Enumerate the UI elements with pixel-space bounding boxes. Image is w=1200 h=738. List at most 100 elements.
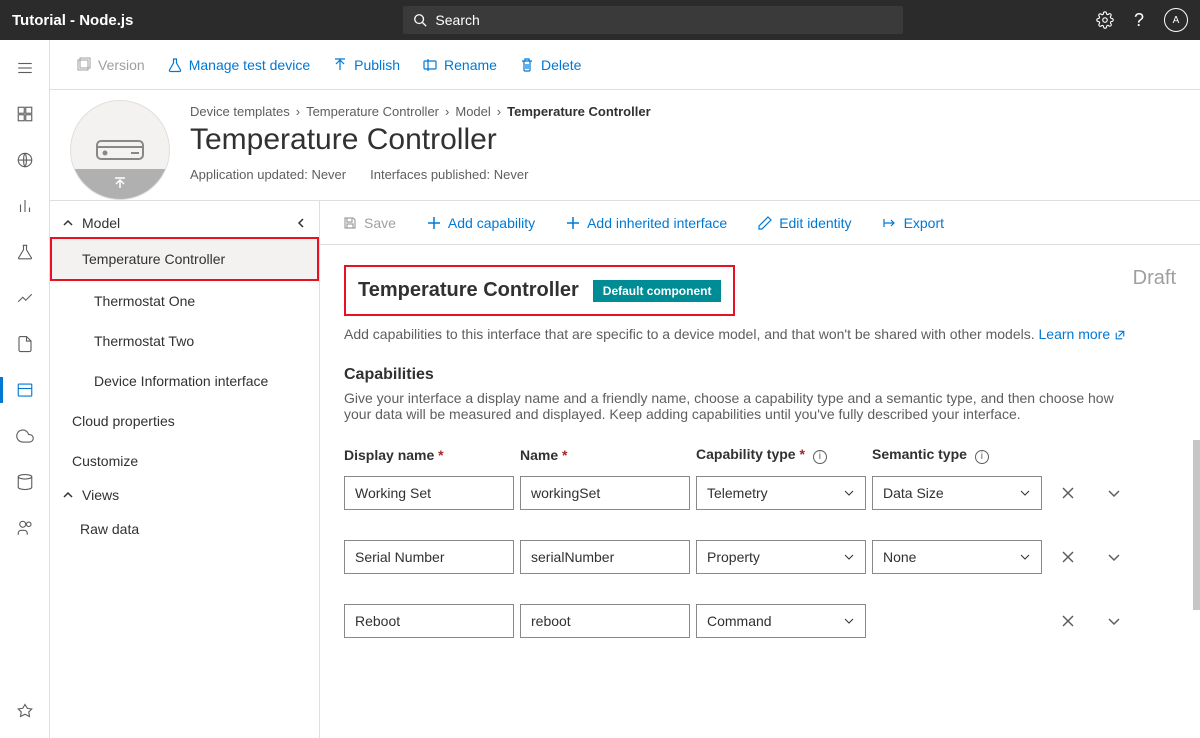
edit-icon xyxy=(757,215,773,231)
display-name-input[interactable]: Serial Number xyxy=(344,540,514,574)
tree-item-cloud-properties[interactable]: Cloud properties xyxy=(50,401,319,441)
app-title: Tutorial - Node.js xyxy=(12,12,133,29)
chevron-right-icon: › xyxy=(497,104,501,119)
chevron-up-icon xyxy=(62,489,74,501)
add-capability-button[interactable]: Add capability xyxy=(420,211,541,235)
name-input[interactable]: reboot xyxy=(520,604,690,638)
rename-button[interactable]: Rename xyxy=(416,53,503,77)
status-label: Draft xyxy=(1133,267,1176,290)
remove-row-button[interactable] xyxy=(1048,604,1088,638)
left-rail xyxy=(0,40,50,738)
add-inherited-button[interactable]: Add inherited interface xyxy=(559,211,733,235)
rename-icon xyxy=(422,57,438,73)
publish-icon xyxy=(332,57,348,73)
col-capability-type: Capability type * i xyxy=(696,446,866,464)
name-input[interactable]: serialNumber xyxy=(520,540,690,574)
capability-type-select[interactable]: Command xyxy=(696,604,866,638)
delete-icon xyxy=(519,57,535,73)
device-icon xyxy=(95,135,145,165)
expand-row-button[interactable] xyxy=(1094,604,1134,638)
template-icon[interactable] xyxy=(15,380,35,400)
help-icon[interactable]: ? xyxy=(1134,10,1144,31)
chevron-right-icon: › xyxy=(296,104,300,119)
breadcrumb-item[interactable]: Temperature Controller xyxy=(306,104,439,119)
col-name: Name * xyxy=(520,447,690,463)
document-icon[interactable] xyxy=(15,334,35,354)
analytics-icon[interactable] xyxy=(15,196,35,216)
capability-row: Reboot reboot Command xyxy=(344,604,1176,638)
capability-row: Serial Number serialNumber Property None xyxy=(344,540,1176,574)
info-icon[interactable]: i xyxy=(975,450,989,464)
semantic-type-select[interactable]: None xyxy=(872,540,1042,574)
manage-test-device-button[interactable]: Manage test device xyxy=(161,53,316,77)
expand-row-button[interactable] xyxy=(1094,540,1134,574)
export-icon xyxy=(882,215,898,231)
tree-item-customize[interactable]: Customize xyxy=(50,441,319,481)
capability-type-select[interactable]: Telemetry xyxy=(696,476,866,510)
search-placeholder: Search xyxy=(435,12,479,28)
tree-item-raw-data[interactable]: Raw data xyxy=(50,509,319,549)
capabilities-table: Display name * Name * Capability type * … xyxy=(344,446,1176,638)
capability-type-select[interactable]: Property xyxy=(696,540,866,574)
edit-identity-button[interactable]: Edit identity xyxy=(751,211,857,235)
remove-row-button[interactable] xyxy=(1048,476,1088,510)
flask-icon[interactable] xyxy=(15,242,35,262)
info-icon[interactable]: i xyxy=(813,450,827,464)
tree-item-thermostat-two[interactable]: Thermostat Two xyxy=(50,321,319,361)
interfaces-published: Interfaces published: Never xyxy=(370,167,528,182)
chevron-left-icon xyxy=(295,217,307,229)
breadcrumb-item[interactable]: Device templates xyxy=(190,104,290,119)
tree-item-device-info[interactable]: Device Information interface xyxy=(50,361,319,401)
plus-icon xyxy=(426,215,442,231)
scrollbar[interactable] xyxy=(1193,440,1200,610)
remove-row-button[interactable] xyxy=(1048,540,1088,574)
plus-icon xyxy=(565,215,581,231)
component-title-row: Temperature Controller Default component xyxy=(344,265,735,316)
component-description: Add capabilities to this interface that … xyxy=(344,326,1176,342)
learn-more-link[interactable]: Learn more xyxy=(1039,326,1126,342)
chart-icon[interactable] xyxy=(15,288,35,308)
dashboard-icon[interactable] xyxy=(15,104,35,124)
breadcrumb-item[interactable]: Model xyxy=(455,104,490,119)
tree-item-temperature-controller[interactable]: Temperature Controller xyxy=(50,237,319,281)
search-input[interactable]: Search xyxy=(403,6,903,34)
top-icons: ? A xyxy=(1096,8,1188,32)
expand-row-button[interactable] xyxy=(1094,476,1134,510)
delete-button[interactable]: Delete xyxy=(513,53,587,77)
display-name-input[interactable]: Reboot xyxy=(344,604,514,638)
col-semantic-type: Semantic type i xyxy=(872,446,1042,464)
capabilities-description: Give your interface a display name and a… xyxy=(344,390,1144,422)
chevron-down-icon xyxy=(843,615,855,627)
chevron-down-icon xyxy=(1019,551,1031,563)
version-button[interactable]: Version xyxy=(70,53,151,77)
component-title: Temperature Controller xyxy=(358,279,579,302)
gear-icon[interactable] xyxy=(1096,11,1114,29)
menu-icon[interactable] xyxy=(15,58,35,78)
database-icon[interactable] xyxy=(15,472,35,492)
views-section-header[interactable]: Views xyxy=(50,481,319,509)
page-header: Device templates › Temperature Controlle… xyxy=(50,90,1200,200)
users-icon[interactable] xyxy=(15,518,35,538)
save-button[interactable]: Save xyxy=(336,211,402,235)
export-button[interactable]: Export xyxy=(876,211,950,235)
display-name-input[interactable]: Working Set xyxy=(344,476,514,510)
command-bar: Version Manage test device Publish Renam… xyxy=(50,40,1200,90)
cloud-icon[interactable] xyxy=(15,426,35,446)
col-display-name: Display name * xyxy=(344,447,514,463)
semantic-type-select[interactable]: Data Size xyxy=(872,476,1042,510)
editor-command-bar: Save Add capability Add inherited interf… xyxy=(320,201,1200,245)
breadcrumb: Device templates › Temperature Controlle… xyxy=(190,104,651,119)
avatar[interactable]: A xyxy=(1164,8,1188,32)
publish-button[interactable]: Publish xyxy=(326,53,406,77)
editor: Save Add capability Add inherited interf… xyxy=(320,201,1200,738)
chevron-up-icon xyxy=(62,217,74,229)
chevron-down-icon xyxy=(843,551,855,563)
globe-icon[interactable] xyxy=(15,150,35,170)
settings-icon[interactable] xyxy=(15,702,35,722)
tree-item-thermostat-one[interactable]: Thermostat One xyxy=(50,281,319,321)
version-icon xyxy=(76,57,92,73)
model-tree: Model Temperature Controller Thermostat … xyxy=(50,201,320,738)
flask-icon xyxy=(167,57,183,73)
name-input[interactable]: workingSet xyxy=(520,476,690,510)
model-section-header[interactable]: Model xyxy=(50,209,319,237)
